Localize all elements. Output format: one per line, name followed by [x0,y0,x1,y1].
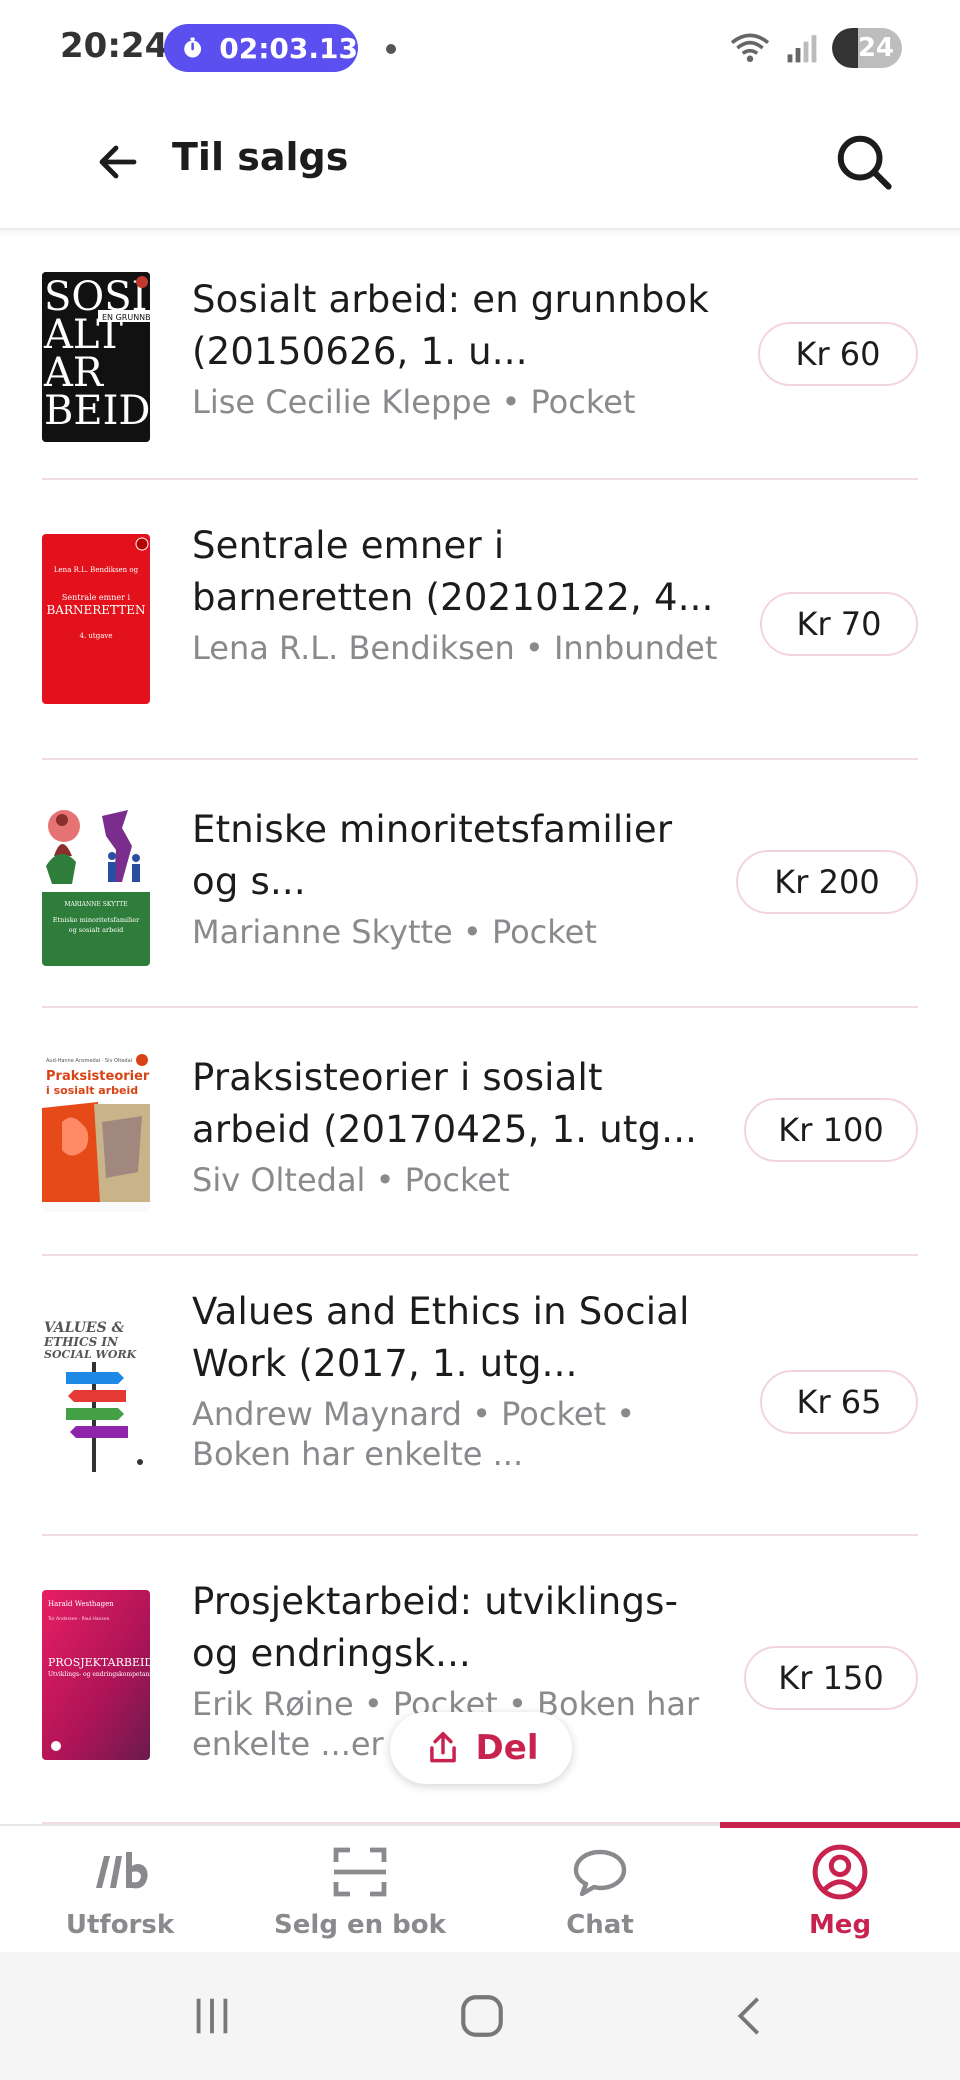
book-info: Etniske minoritetsfamilier og s... Maria… [192,804,692,952]
signal-icon [787,35,817,63]
book-meta: Lena R.L. Bendiksen • Innbundet [192,629,718,667]
price-badge: Kr 200 [736,850,918,914]
nav-item-selg-en-bok[interactable]: Selg en bok [240,1826,480,1954]
share-label: Del [475,1728,539,1768]
scan-icon [328,1842,392,1902]
book-meta: Siv Oltedal • Pocket [192,1161,510,1199]
home-icon [461,1995,503,2037]
book-cover: MARIANNE SKYTTE Etniske minoritetsfamili… [42,806,150,966]
book-cover: SOSI ALT AR BEID EN GRUNNBOK [42,272,150,442]
book-title: Sosialt arbeid: en grunnbok (20150626, 1… [192,278,710,373]
battery-icon: 24 [832,28,902,68]
book-title: Prosjektarbeid: utviklings- og endringsk… [192,1580,679,1675]
svg-text:Praksisteorier: Praksisteorier [46,1069,150,1084]
book-meta: Lise Cecilie Kleppe • Pocket [192,383,636,421]
timer-pill[interactable]: 02:03.13 [164,24,358,72]
stopwatch-icon [184,37,202,58]
arrow-left-icon [99,145,137,179]
svg-text:4. utgave: 4. utgave [80,632,113,640]
price-badge: Kr 60 [758,322,918,386]
search-button[interactable] [828,126,900,198]
list-item[interactable]: Aud-Hanne Ansmedal · Siv Oltedal Praksis… [42,1008,918,1256]
list-item[interactable]: VALUES & ETHICS IN SOCIAL WORK Values an… [42,1256,918,1536]
nav-label: Utforsk [65,1910,175,1940]
price-badge: Kr 100 [744,1098,918,1162]
list-item[interactable]: MARIANNE SKYTTE Etniske minoritetsfamili… [42,760,918,1008]
book-info: Praksisteorier i sosialt arbeid (2017042… [192,1052,712,1200]
svg-text:Tor Andersen · Paul Hansen: Tor Andersen · Paul Hansen [47,1616,110,1622]
nav-item-utforsk[interactable]: Utforsk [0,1826,240,1954]
nav-item-meg[interactable]: Meg [720,1826,960,1954]
book-cover: Lena R.L. Bendiksen og Sentrale emner i … [42,534,150,704]
svg-text:Utviklings- og endringskompeta: Utviklings- og endringskompetanse [48,1671,150,1678]
list-item[interactable]: SOSI ALT AR BEID EN GRUNNBOK Sosialt arb… [42,232,918,480]
svg-text:PROSJEKTARBEID: PROSJEKTARBEID [48,1656,150,1669]
book-title: Sentrale emner i barneretten (20210122, … [192,524,714,619]
book-title: Etniske minoritetsfamilier og s... [192,808,673,903]
notification-dot-icon [386,44,396,54]
book-title: Praksisteorier i sosialt arbeid (2017042… [192,1056,698,1151]
book-cover: VALUES & ETHICS IN SOCIAL WORK [42,1312,150,1482]
nav-label: Chat [566,1910,634,1940]
svg-text:SOCIAL WORK: SOCIAL WORK [44,1348,137,1361]
book-cover: Harald Westhagen Tor Andersen · Paul Han… [42,1590,150,1760]
book-info: Sentrale emner i barneretten (20210122, … [192,520,722,668]
page-title: Til salgs [172,135,349,179]
explore-logo-icon [88,1842,152,1902]
svg-text:MARIANNE SKYTTE: MARIANNE SKYTTE [64,901,127,908]
chat-bubble-icon [568,1842,632,1902]
book-list[interactable]: SOSI ALT AR BEID EN GRUNNBOK Sosialt arb… [0,232,960,1824]
svg-text:VALUES &: VALUES & [44,1320,125,1336]
svg-text:Harald Westhagen: Harald Westhagen [48,1600,114,1608]
svg-text:BARNERETTEN: BARNERETTEN [46,603,145,617]
profile-icon [808,1842,872,1902]
app-bar: Til salgs [0,100,960,230]
svg-text:EN GRUNNBOK: EN GRUNNBOK [102,313,150,322]
system-nav-bar [0,1952,960,2080]
svg-text:ETHICS IN: ETHICS IN [43,1335,119,1349]
wifi-icon [730,33,770,63]
system-back-button[interactable] [720,1986,780,2046]
svg-text:BEID: BEID [44,388,150,434]
svg-text:i sosialt arbeid: i sosialt arbeid [46,1084,138,1097]
price-badge: Kr 65 [760,1370,918,1434]
svg-text:Etniske minoritetsfamilier: Etniske minoritetsfamilier [53,916,140,924]
status-bar: 20:24 02:03.13 24 [0,0,960,100]
book-meta: Marianne Skytte • Pocket [192,913,597,951]
price-badge: Kr 70 [760,592,918,656]
nav-label: Selg en bok [274,1910,446,1940]
price-badge: Kr 150 [744,1646,918,1710]
book-info: Sosialt arbeid: en grunnbok (20150626, 1… [192,274,722,422]
svg-text:Lena R.L. Bendiksen og: Lena R.L. Bendiksen og [54,566,139,574]
book-info: Values and Ethics in Social Work (2017, … [192,1286,712,1474]
book-title: Values and Ethics in Social Work (2017, … [192,1290,690,1385]
status-time: 20:24 [60,26,169,66]
back-button[interactable] [88,132,148,192]
svg-text:Sentrale emner i: Sentrale emner i [62,593,131,602]
nav-item-chat[interactable]: Chat [480,1826,720,1954]
list-item[interactable]: Lena R.L. Bendiksen og Sentrale emner i … [42,480,918,760]
home-button[interactable] [452,1986,512,2046]
battery-level: 24 [857,33,894,63]
share-button[interactable]: Del [390,1712,572,1784]
svg-text:og sosialt arbeid: og sosialt arbeid [69,926,124,934]
recent-apps-icon [196,1998,228,2034]
nav-label: Meg [808,1910,872,1940]
search-icon [837,135,892,190]
status-icons: 24 [728,28,902,68]
book-cover: Aud-Hanne Ansmedal · Siv Oltedal Praksis… [42,1052,150,1212]
share-icon [429,1732,456,1763]
bottom-nav: Utforsk Selg en bok Chat Meg [0,1822,960,1954]
recent-apps-button[interactable] [182,1986,242,2046]
svg-text:Aud-Hanne Ansmedal · Siv Olted: Aud-Hanne Ansmedal · Siv Oltedal [46,1058,132,1064]
book-meta: Andrew Maynard • Pocket • Boken har enke… [192,1395,636,1473]
timer-text: 02:03.13 [219,31,358,65]
chevron-left-icon [737,1997,760,2035]
